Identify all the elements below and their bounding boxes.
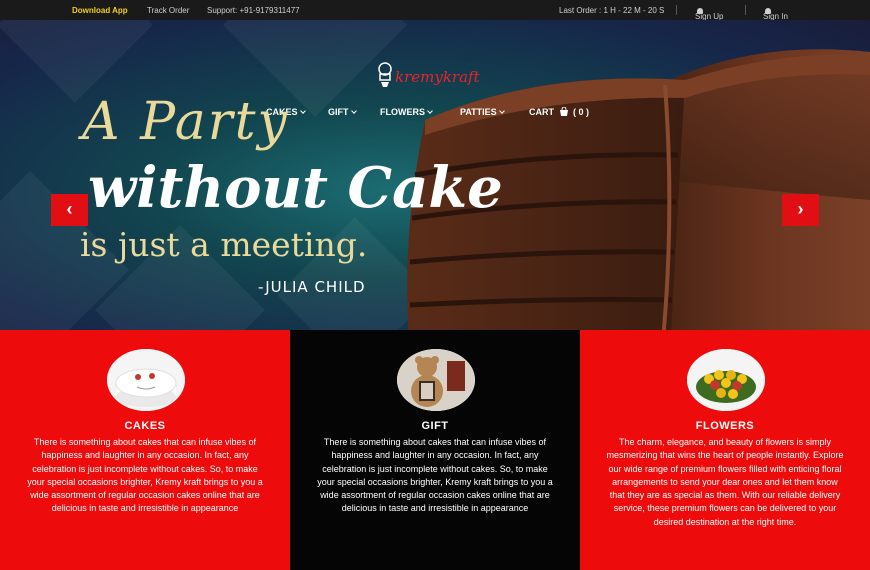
download-app-link[interactable]: Download App: [72, 6, 128, 15]
top-bar: Download App Track Order Support: +91-91…: [0, 0, 870, 21]
hero-quote-author: -JULIA CHILD: [258, 278, 366, 296]
flowers-thumbnail: [687, 349, 765, 411]
card-title: FLOWERS: [695, 420, 755, 432]
divider: [745, 5, 746, 15]
hero-headline-line3: is just a meeting.: [80, 225, 368, 264]
nav-flowers[interactable]: FLOWERS: [380, 107, 433, 117]
sign-up-link[interactable]: Sign Up: [695, 6, 723, 21]
nav-gift[interactable]: GIFT: [328, 107, 357, 117]
cake-thumbnail: [107, 349, 185, 411]
nav-cart-label: CART: [529, 107, 554, 117]
chevron-right-icon: ›: [797, 199, 804, 219]
chevron-down-icon: [427, 108, 433, 114]
nav-patties[interactable]: PATTIES: [460, 107, 505, 117]
hero-banner: kremykraft CAKES GIFT FLOWERS PATTIES CA…: [0, 20, 870, 330]
hero-headline-line1: A Party: [82, 92, 289, 152]
hero-headline-line2: without Cake: [88, 155, 503, 221]
brand-logo[interactable]: kremykraft: [376, 62, 486, 90]
nav-patties-label: PATTIES: [460, 107, 497, 117]
nav-gift-label: GIFT: [328, 107, 349, 117]
gift-thumbnail: [397, 349, 475, 411]
card-description: The charm, elegance, and beauty of flowe…: [606, 437, 844, 527]
card-title: GIFT: [421, 420, 449, 432]
category-card-cakes[interactable]: CAKES There is something about cakes tha…: [0, 330, 290, 570]
card-description: There is something about cakes that can …: [317, 437, 553, 514]
carousel-prev-button[interactable]: ‹: [51, 194, 88, 226]
sign-in-link[interactable]: Sign In: [763, 6, 788, 21]
chevron-left-icon: ‹: [66, 199, 73, 219]
chef-hat-icon: [378, 62, 392, 87]
chevron-down-icon: [299, 108, 306, 114]
card-description: There is something about cakes that can …: [27, 437, 263, 514]
nav-cart[interactable]: CART ( 0 ): [529, 106, 590, 117]
shopping-bag-icon: [559, 106, 568, 116]
track-order-link[interactable]: Track Order: [147, 6, 189, 15]
last-order-timer: Last Order : 1 H - 22 M - 20 S: [559, 6, 665, 15]
cart-count: ( 0 ): [573, 107, 590, 117]
brand-name: kremykraft: [395, 68, 480, 86]
category-card-flowers[interactable]: FLOWERS The charm, elegance, and beauty …: [580, 330, 870, 570]
carousel-next-button[interactable]: ›: [782, 194, 819, 226]
category-card-gift[interactable]: GIFT There is something about cakes that…: [290, 330, 580, 570]
chevron-down-icon: [350, 108, 357, 114]
card-title: CAKES: [124, 420, 166, 432]
divider: [676, 5, 677, 15]
background-facet: [0, 20, 153, 103]
support-phone: Support: +91-9179311477: [207, 6, 300, 15]
chevron-down-icon: [498, 108, 505, 114]
nav-flowers-label: FLOWERS: [380, 107, 425, 117]
